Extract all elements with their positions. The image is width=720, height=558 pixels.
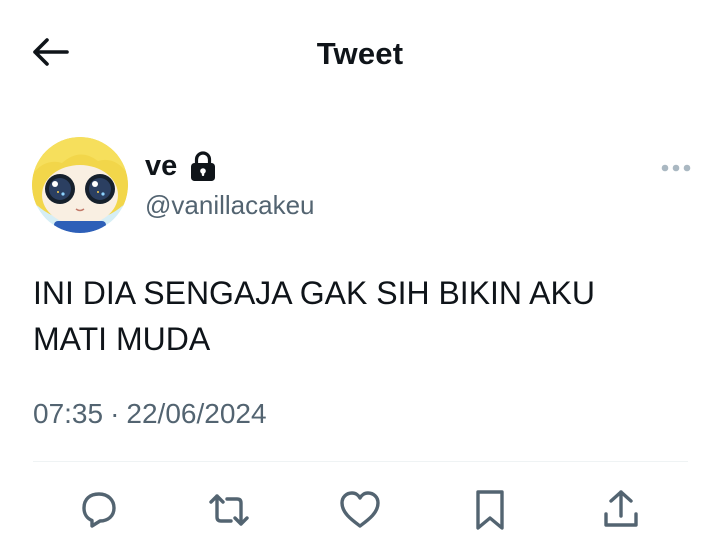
more-options-button[interactable]	[656, 154, 696, 182]
share-icon	[604, 490, 638, 527]
tweet-text: INI DIA SENGAJA GAK SIH BIKIN AKU MATI M…	[33, 275, 595, 357]
avatar[interactable]	[32, 137, 128, 233]
tweet-date: 22/06/2024	[126, 398, 267, 429]
bookmark-button[interactable]	[466, 486, 514, 534]
divider	[33, 461, 688, 462]
user-handle[interactable]: @vanillacakeu	[145, 190, 314, 221]
like-button[interactable]	[336, 486, 384, 534]
page-title: Tweet	[316, 36, 404, 71]
retweet-icon	[209, 494, 249, 526]
top-bar: Tweet	[0, 0, 720, 108]
avatar-image	[32, 137, 128, 233]
tweet-detail-page: Tweet ve @vanillacakeu INI DIA SENGAJA G…	[0, 0, 720, 558]
reply-button[interactable]	[75, 486, 123, 534]
lock-icon	[191, 151, 216, 181]
more-horizontal-icon	[661, 164, 691, 172]
share-button[interactable]	[597, 486, 645, 534]
bookmark-icon	[476, 490, 504, 530]
tweet-time: 07:35	[33, 398, 104, 429]
reply-icon	[82, 492, 116, 528]
tweet-timestamp[interactable]: 07:35 · 22/06/2024	[33, 398, 267, 430]
heart-icon	[340, 491, 380, 528]
display-name: ve	[145, 149, 178, 182]
retweet-button[interactable]	[205, 486, 253, 534]
timestamp-separator: ·	[110, 398, 120, 429]
display-name-row[interactable]: ve	[145, 148, 217, 184]
